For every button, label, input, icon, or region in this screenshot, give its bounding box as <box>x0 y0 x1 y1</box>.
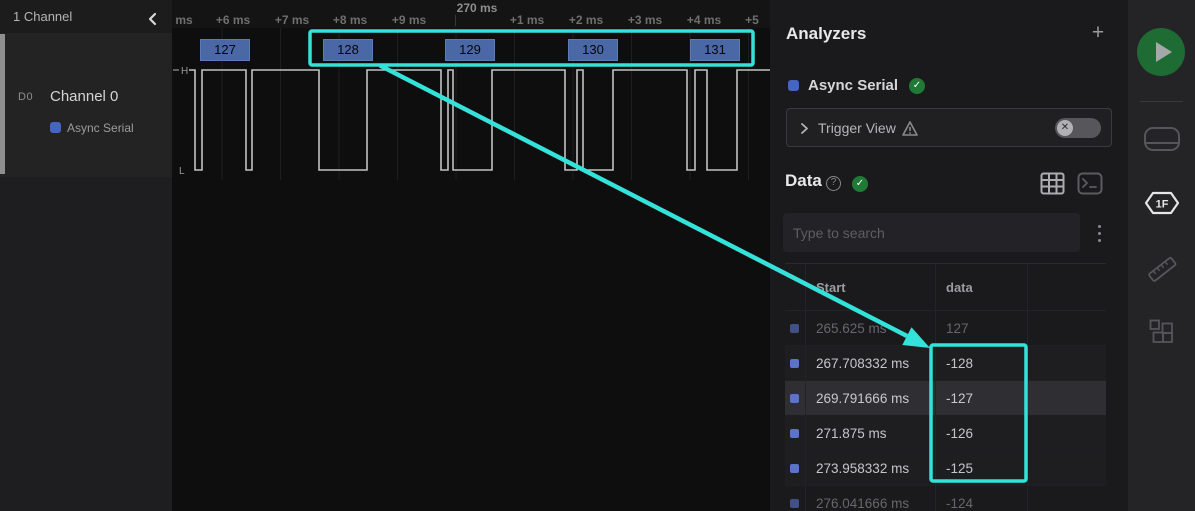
play-button[interactable] <box>1137 28 1185 76</box>
analyzer-name-label[interactable]: Async Serial <box>808 77 898 94</box>
timeline-tick-label: +3 ms <box>627 13 663 27</box>
timeline-tick-label: +7 ms <box>274 13 310 27</box>
table-row[interactable]: 267.708332 ms -128 <box>785 346 1106 381</box>
channels-count-label: 1 Channel <box>13 9 73 24</box>
timeline-tick-label: +8 ms <box>332 13 368 27</box>
timeline-tick-label: +9 ms <box>391 13 427 27</box>
row-analyzer-icon <box>785 486 805 511</box>
hex-badge-label: 1F <box>1155 199 1168 211</box>
analyzer-color-icon <box>50 122 61 133</box>
channel-id-label: D0 <box>18 91 34 103</box>
cell-start: 265.625 ms <box>805 311 935 345</box>
timeline-tick-label: +5 <box>745 13 759 27</box>
channel-scrollbar[interactable] <box>0 34 5 174</box>
channel-name-label: Channel 0 <box>50 88 119 105</box>
timeline-major-label: 270 ms <box>456 1 498 15</box>
hex-display-mode-icon[interactable]: 1F <box>1128 190 1195 221</box>
collapse-sidebar-icon[interactable] <box>144 7 162 26</box>
decoded-byte-annotation: 130 <box>568 39 618 61</box>
timeline-tick-label: +2 ms <box>568 13 604 27</box>
extensions-icon[interactable] <box>1128 319 1195 350</box>
low-level-label: L <box>179 166 185 177</box>
decoded-byte-annotation: 131 <box>690 39 740 61</box>
cell-start: 273.958332 ms <box>805 451 935 485</box>
warning-icon <box>902 121 918 136</box>
cell-data: 127 <box>935 311 1027 345</box>
toggle-off-knob-icon <box>1057 120 1073 136</box>
table-row[interactable]: 276.041666 ms -124 <box>785 486 1106 511</box>
data-table-header: Start data <box>785 264 1106 311</box>
add-analyzer-button[interactable]: + <box>1087 22 1109 44</box>
timeline-tick-label: +1 ms <box>509 13 545 27</box>
table-row[interactable]: 271.875 ms -126 <box>785 416 1106 451</box>
data-table-body: 265.625 ms 127 267.708332 ms -128 269.791666… <box>785 311 1106 511</box>
cell-start: 269.791666 ms <box>805 381 935 415</box>
sidebar-lower-area <box>0 177 172 511</box>
cell-data: -128 <box>935 346 1027 380</box>
digital-signal-trace <box>189 69 770 171</box>
table-row[interactable]: 265.625 ms 127 <box>785 311 1106 346</box>
cell-start: 267.708332 ms <box>805 346 935 380</box>
cell-data: -127 <box>935 381 1027 415</box>
table-view-icon[interactable] <box>1040 172 1065 200</box>
column-header-start: Start <box>805 264 935 310</box>
trigger-view-row[interactable]: Trigger View <box>786 108 1112 147</box>
measure-ruler-icon[interactable] <box>1128 254 1195 289</box>
channel-panel[interactable]: D0 Channel 0 Async Serial <box>0 33 172 177</box>
cell-data: -125 <box>935 451 1027 485</box>
analyzers-panel: Analyzers + Async Serial Trigger View Da… <box>770 0 1128 511</box>
device-settings-icon[interactable] <box>1128 126 1195 157</box>
row-analyzer-icon <box>785 346 805 380</box>
data-table: Start data 265.625 ms 127 267.708332 ms -12… <box>785 263 1106 511</box>
column-header-data: data <box>935 264 1027 310</box>
decoded-byte-annotation: 129 <box>445 39 495 61</box>
analyzers-title: Analyzers <box>786 24 867 43</box>
row-analyzer-icon <box>785 311 805 345</box>
help-icon[interactable] <box>826 176 841 191</box>
timeline-ruler[interactable]: 270 ms ms +6 ms +7 ms +8 ms +9 ms +1 ms +2 ms +… <box>172 0 770 28</box>
decoded-byte-annotation: 127 <box>200 39 250 61</box>
data-success-icon <box>852 176 868 192</box>
timeline-major-tick <box>455 15 456 26</box>
high-level-label: H <box>181 66 188 77</box>
play-icon <box>1156 42 1172 62</box>
terminal-view-icon[interactable] <box>1077 172 1103 200</box>
cell-start: 276.041666 ms <box>805 486 935 511</box>
cell-data: -124 <box>935 486 1027 511</box>
cell-data: -126 <box>935 416 1027 450</box>
table-row[interactable]: 269.791666 ms -127 <box>785 381 1106 416</box>
cell-start: 271.875 ms <box>805 416 935 450</box>
channel-analyzer-label: Async Serial <box>67 121 134 135</box>
row-analyzer-icon <box>785 451 805 485</box>
table-row[interactable]: 273.958332 ms -125 <box>785 451 1106 486</box>
row-analyzer-icon <box>785 381 805 415</box>
search-input[interactable] <box>783 213 1080 252</box>
row-analyzer-icon <box>785 416 805 450</box>
timeline-tick-label: +4 ms <box>686 13 722 27</box>
channels-header: 1 Channel <box>0 0 172 33</box>
trigger-view-label: Trigger View <box>818 120 896 136</box>
logic-analyzer-app: 1 Channel D0 Channel 0 Async Serial 270 … <box>0 0 1195 511</box>
trigger-view-toggle[interactable] <box>1055 118 1101 138</box>
analyzer-color-icon <box>788 80 799 91</box>
table-options-icon[interactable] <box>1092 224 1106 242</box>
decoded-byte-annotation: 128 <box>323 39 373 61</box>
analyzer-success-icon <box>909 78 925 94</box>
side-toolbar: 1F <box>1128 0 1195 511</box>
timeline-tick-label: ms <box>175 13 193 27</box>
chevron-right-icon <box>801 123 808 134</box>
data-section-title: Data <box>785 171 822 190</box>
timeline-tick-label: +6 ms <box>215 13 251 27</box>
